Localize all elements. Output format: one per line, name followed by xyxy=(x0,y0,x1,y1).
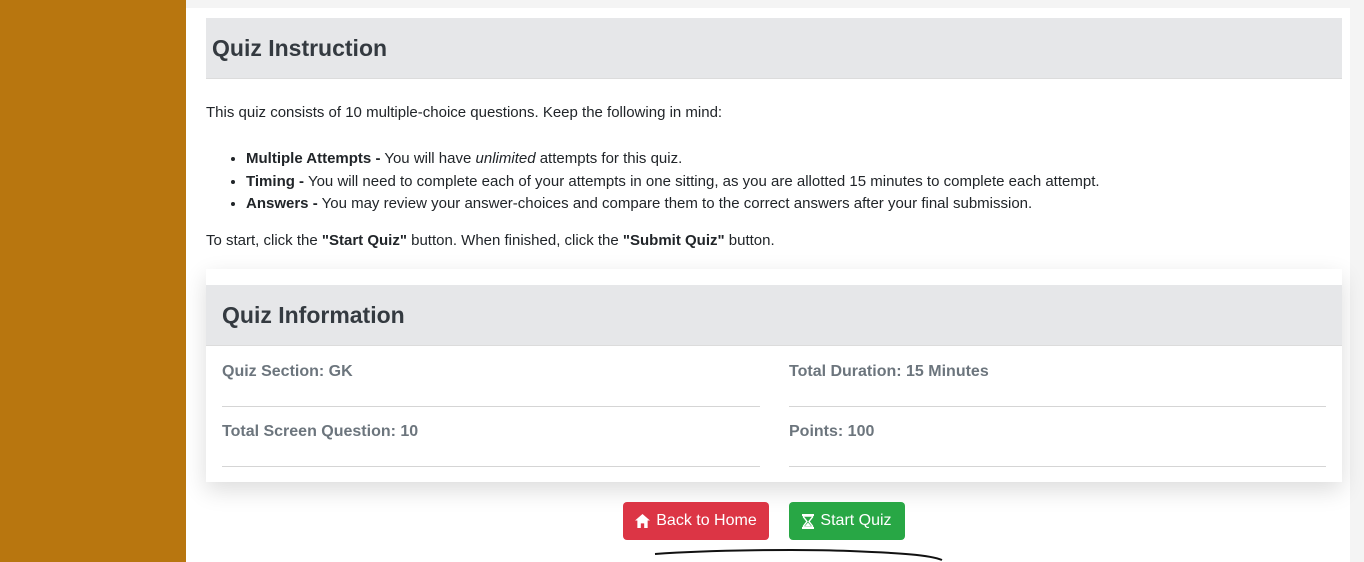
total-questions-text: Total Screen Question: 10 xyxy=(222,423,419,440)
back-to-home-label: Back to Home xyxy=(656,512,757,529)
start-text-part: To start, click the xyxy=(206,232,322,249)
total-questions-item: Total Screen Question: 10 xyxy=(222,406,760,467)
rule-label: Answers - xyxy=(246,195,318,212)
rule-text: You will need to complete each of your a… xyxy=(304,172,1100,190)
info-header: Quiz Information xyxy=(206,285,1342,346)
rule-item-attempts: Multiple Attempts - You will have unlimi… xyxy=(246,148,1100,171)
points-item: Points: 100 xyxy=(789,406,1326,467)
back-to-home-button[interactable]: Back to Home xyxy=(623,502,769,540)
start-text-part: button. When finished, click the xyxy=(406,232,623,249)
rule-text: You will have xyxy=(380,150,476,167)
rule-item-timing: Timing - You will need to complete each … xyxy=(246,171,1100,194)
start-text-part: button. xyxy=(724,232,775,249)
rule-label: Timing - xyxy=(246,172,305,190)
main-panel: Quiz Instruction This quiz consists of 1… xyxy=(186,8,1350,549)
rule-text: attempts for this quiz. xyxy=(535,150,683,167)
submit-quiz-reference: "Submit Quiz" xyxy=(622,232,725,249)
total-duration-text: Total Duration: 15 Minutes xyxy=(789,363,989,380)
start-quiz-button[interactable]: Start Quiz xyxy=(789,502,905,540)
rule-label: Multiple Attempts - xyxy=(246,150,381,167)
hourglass-icon xyxy=(802,513,815,529)
points-text: Points: 100 xyxy=(789,423,875,440)
instruction-rules-list: Multiple Attempts - You will have unlimi… xyxy=(226,148,1100,216)
start-instruction: To start, click the "Start Quiz" button.… xyxy=(206,232,775,249)
start-quiz-reference: "Start Quiz" xyxy=(321,232,407,249)
quiz-section-item: Quiz Section: GK xyxy=(222,346,760,407)
start-quiz-label: Start Quiz xyxy=(820,512,892,529)
home-icon xyxy=(635,514,651,528)
pen-scribble-mark xyxy=(654,549,943,561)
total-duration-item: Total Duration: 15 Minutes xyxy=(789,346,1326,407)
info-title: Quiz Information xyxy=(222,302,405,328)
rule-item-answers: Answers - You may review your answer-cho… xyxy=(246,193,1100,216)
quiz-section-text: Quiz Section: GK xyxy=(222,363,353,380)
rule-text: You may review your answer-choices and c… xyxy=(317,195,1033,212)
sidebar xyxy=(0,0,186,562)
rule-emphasis: unlimited xyxy=(475,150,536,167)
instruction-title: Quiz Instruction xyxy=(212,35,388,61)
quiz-information-card: Quiz Information Quiz Section: GK Total … xyxy=(206,269,1342,482)
instruction-header: Quiz Instruction xyxy=(206,18,1342,79)
instruction-intro: This quiz consists of 10 multiple-choice… xyxy=(206,104,723,121)
